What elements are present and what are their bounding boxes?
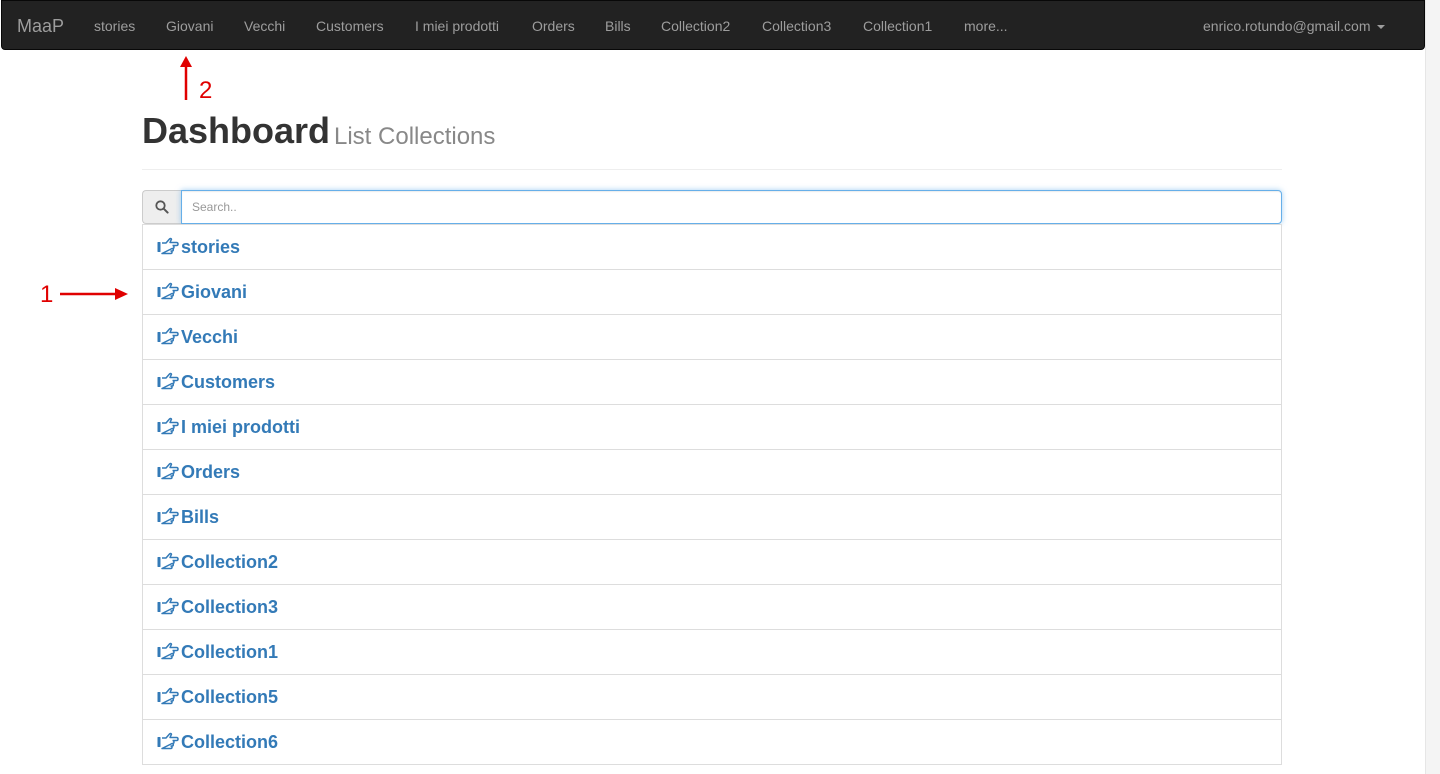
- page-title: Dashboard: [142, 110, 331, 151]
- collection-item-label: Orders: [181, 462, 241, 482]
- collection-item-label: Collection5: [181, 687, 279, 707]
- annotation-arrow-2: [180, 56, 192, 100]
- collection-item-collection3[interactable]: Collection3: [142, 584, 1282, 630]
- hand-pointing-right-icon: [157, 732, 179, 750]
- search-input[interactable]: [181, 190, 1282, 224]
- user-email: enrico.rotundo@gmail.com: [1203, 18, 1371, 34]
- page-subtitle: List Collections: [334, 123, 496, 150]
- collection-item-collection6[interactable]: Collection6: [142, 719, 1282, 765]
- search-icon: [155, 200, 169, 214]
- collection-item-label: stories: [181, 237, 241, 257]
- collections-list: stories Giovani Vecchi Customers I miei …: [142, 224, 1282, 765]
- collection-item-collection5[interactable]: Collection5: [142, 674, 1282, 720]
- hand-pointing-right-icon: [157, 687, 179, 705]
- collection-item-label: Collection3: [181, 597, 279, 617]
- nav-link-collection2[interactable]: Collection2: [661, 17, 730, 35]
- collection-item-label: Collection2: [181, 552, 279, 572]
- collection-item-label: Collection6: [181, 732, 279, 752]
- collection-item-label: Collection1: [181, 642, 279, 662]
- collection-item-label: Bills: [181, 507, 220, 527]
- search-addon: [142, 190, 182, 224]
- annotation-label-2: 2: [199, 77, 213, 104]
- hand-pointing-right-icon: [157, 462, 179, 480]
- nav-link-vecchi[interactable]: Vecchi: [244, 17, 285, 35]
- page-scrollbar[interactable]: [1425, 0, 1440, 774]
- hand-pointing-right-icon: [157, 507, 179, 525]
- collection-item-customers[interactable]: Customers: [142, 359, 1282, 405]
- collection-item-giovani[interactable]: Giovani: [142, 269, 1282, 315]
- nav-link-bills[interactable]: Bills: [605, 17, 631, 35]
- collection-item-i-miei-prodotti[interactable]: I miei prodotti: [142, 404, 1282, 450]
- collection-item-bills[interactable]: Bills: [142, 494, 1282, 540]
- user-menu-dropdown[interactable]: enrico.rotundo@gmail.com: [1203, 17, 1385, 35]
- collection-item-collection1[interactable]: Collection1: [142, 629, 1282, 675]
- hand-pointing-right-icon: [157, 282, 179, 300]
- nav-link-i-miei-prodotti[interactable]: I miei prodotti: [415, 17, 499, 35]
- nav-link-customers[interactable]: Customers: [316, 17, 384, 35]
- collection-item-label: Customers: [181, 372, 276, 392]
- brand-link[interactable]: MaaP: [17, 16, 64, 36]
- nav-link-orders[interactable]: Orders: [532, 17, 575, 35]
- collection-item-vecchi[interactable]: Vecchi: [142, 314, 1282, 360]
- hand-pointing-right-icon: [157, 417, 179, 435]
- hand-pointing-right-icon: [157, 597, 179, 615]
- top-navbar: MaaP stories Giovani Vecchi Customers I …: [1, 0, 1425, 50]
- caret-down-icon: [1376, 25, 1385, 30]
- hand-pointing-right-icon: [157, 642, 179, 660]
- collection-item-collection2[interactable]: Collection2: [142, 539, 1282, 585]
- hand-pointing-right-icon: [157, 327, 179, 345]
- collection-item-label: Vecchi: [181, 327, 239, 347]
- collection-item-label: Giovani: [181, 282, 248, 302]
- hand-pointing-right-icon: [157, 237, 179, 255]
- collection-item-label: I miei prodotti: [181, 417, 300, 437]
- nav-link-more[interactable]: more...: [964, 17, 1008, 35]
- collection-item-orders[interactable]: Orders: [142, 449, 1282, 495]
- nav-link-collection3[interactable]: Collection3: [762, 17, 831, 35]
- nav-link-stories[interactable]: stories: [94, 17, 135, 35]
- collection-item-stories[interactable]: stories: [142, 224, 1282, 270]
- page-header: Dashboard List Collections: [142, 108, 1282, 170]
- annotation-arrow-1: [60, 288, 128, 300]
- nav-link-giovani[interactable]: Giovani: [166, 17, 213, 35]
- hand-pointing-right-icon: [157, 552, 179, 570]
- nav-link-collection1[interactable]: Collection1: [863, 17, 932, 35]
- annotation-label-1: 1: [40, 281, 54, 308]
- hand-pointing-right-icon: [157, 372, 179, 390]
